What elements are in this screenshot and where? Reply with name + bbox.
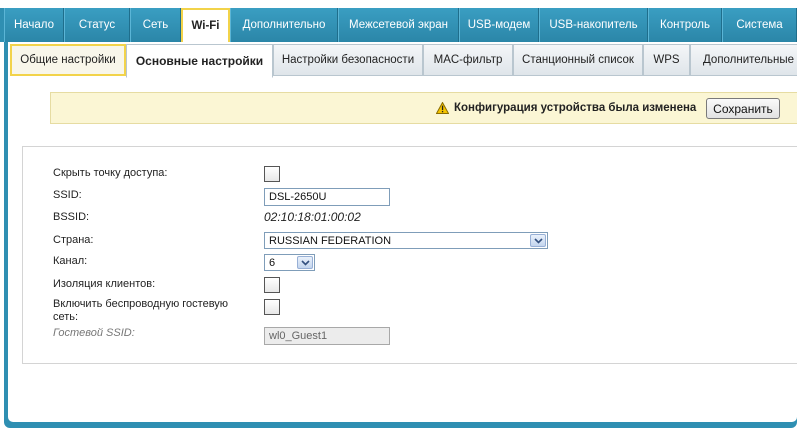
warning-icon: [436, 102, 449, 114]
subtab-basic-settings[interactable]: Основные настройки: [126, 44, 273, 78]
hide-ap-label: Скрыть точку доступа:: [53, 167, 168, 179]
tab-firewall[interactable]: Межсетевой экран: [338, 8, 459, 42]
ssid-input[interactable]: [264, 188, 390, 206]
subtab-security-settings[interactable]: Настройки безопасности: [273, 44, 423, 76]
tab-status[interactable]: Статус: [64, 8, 130, 42]
tab-usb-modem[interactable]: USB-модем: [459, 8, 539, 42]
wifi-basic-settings-form: Скрыть точку доступа: SSID: BSSID: 02:10…: [22, 146, 797, 364]
client-isolation-checkbox[interactable]: [264, 277, 280, 293]
tab-network[interactable]: Сеть: [130, 8, 181, 42]
ssid-label: SSID:: [53, 189, 82, 201]
top-navigation: Начало Статус Сеть Wi-Fi Дополнительно М…: [0, 0, 797, 42]
notice-text: Конфигурация устройства была изменена: [454, 102, 697, 114]
tab-advanced[interactable]: Дополнительно: [230, 8, 338, 42]
tab-home[interactable]: Начало: [4, 8, 64, 42]
subtab-wps[interactable]: WPS: [643, 44, 690, 76]
bssid-label: BSSID:: [53, 211, 90, 223]
hide-ap-checkbox[interactable]: [264, 166, 280, 182]
channel-select-value: 6: [269, 256, 276, 269]
tab-wifi[interactable]: Wi-Fi: [181, 8, 230, 42]
bssid-value: 02:10:18:01:00:02: [264, 210, 361, 224]
guest-network-label: Включить беспроводную гостевую: [53, 298, 229, 310]
save-button[interactable]: Сохранить: [706, 98, 780, 119]
country-label: Страна:: [53, 234, 94, 246]
tab-system[interactable]: Система: [722, 8, 797, 42]
country-select[interactable]: RUSSIAN FEDERATION: [264, 232, 548, 249]
country-select-value: RUSSIAN FEDERATION: [269, 234, 392, 247]
config-changed-notice: Конфигурация устройства была изменена Со…: [50, 92, 797, 124]
subtab-general-settings[interactable]: Общие настройки: [10, 44, 126, 76]
tab-usb-storage[interactable]: USB-накопитель: [539, 8, 648, 42]
guest-network-checkbox[interactable]: [264, 299, 280, 315]
guest-ssid-input: [264, 327, 390, 345]
subtab-station-list[interactable]: Станционный список: [513, 44, 643, 76]
tab-control[interactable]: Контроль: [648, 8, 722, 42]
subtab-mac-filter[interactable]: MAC-фильтр: [423, 44, 513, 76]
guest-ssid-label: Гостевой SSID:: [53, 327, 135, 339]
guest-network-label-continued: сеть:: [53, 311, 79, 323]
channel-label: Канал:: [53, 255, 88, 267]
subtabs-bar: Общие настройки Основные настройки Настр…: [8, 42, 797, 78]
chevron-down-icon: [530, 234, 546, 247]
chevron-down-icon: [297, 256, 313, 269]
subtab-additional-settings[interactable]: Дополнительные н: [690, 44, 797, 76]
client-isolation-label: Изоляция клиентов:: [53, 278, 156, 290]
channel-select[interactable]: 6: [264, 254, 315, 271]
